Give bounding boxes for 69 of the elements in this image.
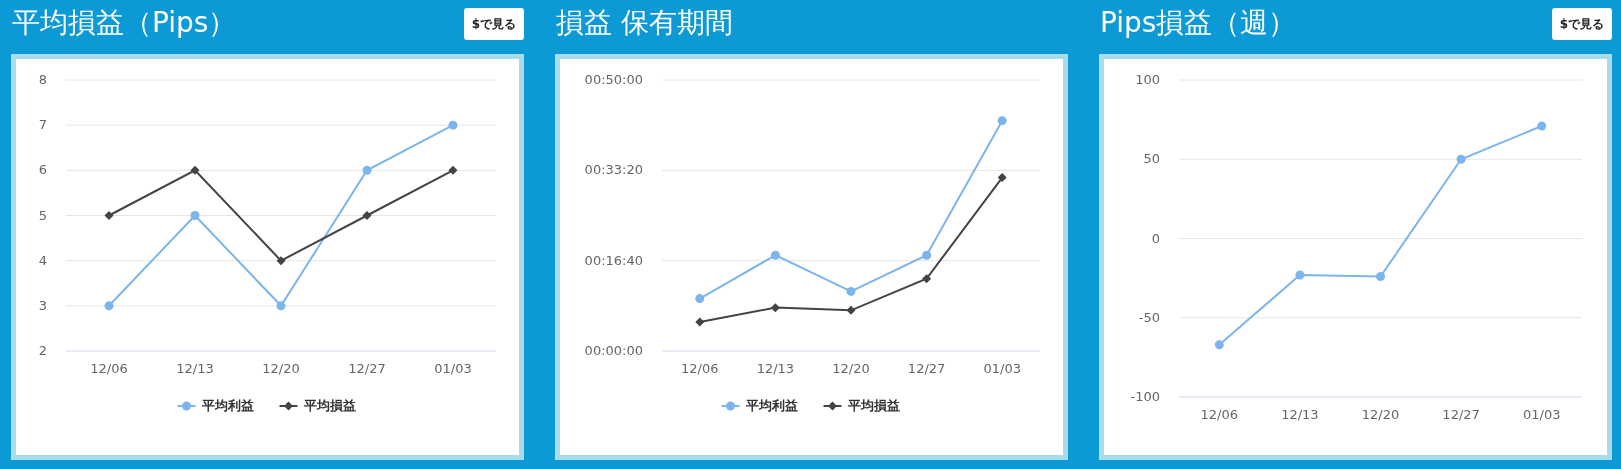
axis-label: 7 [38, 117, 47, 133]
panel-title: Pips損益（週） [1100, 5, 1297, 41]
axis-label: 12/06 [90, 361, 128, 376]
axis-label: 12/06 [681, 361, 719, 376]
axis-label: 8 [38, 72, 47, 87]
axis-label: 2 [38, 343, 47, 358]
axis-label: 6 [38, 162, 47, 178]
currency-toggle-button[interactable]: $で見る [463, 8, 524, 40]
axis-label: 12/13 [1281, 407, 1319, 422]
data-point [276, 301, 286, 311]
legend-marker-icon [720, 401, 741, 411]
data-point [190, 165, 200, 175]
data-point [1376, 272, 1385, 282]
axis-label: 01/03 [983, 361, 1021, 376]
axis-label: -50 [1138, 309, 1160, 325]
axis-label: 12/06 [1200, 407, 1239, 422]
axis-label: 0 [1151, 230, 1160, 246]
axis-label: 12/27 [348, 361, 386, 376]
data-point [362, 211, 372, 220]
data-point [922, 274, 932, 284]
axis-label: 01/03 [434, 361, 472, 376]
data-point [190, 211, 200, 220]
data-point [770, 250, 780, 260]
currency-toggle-button[interactable]: $で見る [1551, 8, 1612, 40]
axis-label: -100 [1130, 389, 1160, 404]
axis-label: 3 [38, 297, 47, 313]
data-point [104, 211, 114, 220]
data-point [448, 165, 458, 175]
axis-label: 50 [1143, 151, 1160, 167]
data-point [770, 303, 780, 313]
legend-marker-icon [278, 401, 299, 411]
axis-label: 00:00:00 [584, 343, 643, 358]
data-point [846, 305, 856, 315]
axis-label: 12/13 [176, 361, 214, 376]
data-point [1214, 340, 1224, 350]
data-point [922, 250, 932, 260]
axis-label: 12/27 [1442, 407, 1480, 422]
data-point [846, 286, 856, 296]
legend-label[interactable]: 平均損益 [847, 398, 900, 413]
legend-marker-icon [176, 401, 197, 411]
data-point [276, 256, 286, 266]
axis-label: 4 [38, 252, 47, 268]
data-point [695, 294, 705, 304]
axis-label: 00:33:20 [584, 162, 643, 178]
panel-title: 平均損益（Pips） [12, 5, 237, 41]
panel-title: 損益 保有期間 [556, 5, 733, 41]
axis-label: 01/03 [1522, 407, 1561, 422]
axis-label: 00:50:00 [584, 72, 643, 87]
legend-label[interactable]: 平均利益 [201, 398, 254, 413]
legend-marker-icon [822, 401, 843, 411]
data-point [1537, 121, 1547, 131]
axis-label: 00:16:40 [584, 252, 643, 268]
axis-label: 12/20 [262, 361, 300, 376]
data-point [997, 173, 1007, 183]
data-point [1456, 154, 1466, 164]
data-point [448, 120, 458, 130]
axis-label: 12/20 [832, 361, 870, 376]
legend-label[interactable]: 平均損益 [303, 398, 356, 413]
data-point [997, 116, 1007, 126]
legend-label[interactable]: 平均利益 [745, 398, 798, 413]
axis-label: 12/27 [907, 361, 946, 376]
axis-label: 12/13 [756, 361, 795, 376]
data-point [1295, 270, 1305, 280]
data-point [695, 317, 705, 327]
axis-label: 100 [1135, 72, 1160, 87]
axis-label: 5 [38, 207, 47, 223]
axis-label: 12/20 [1361, 407, 1400, 422]
data-point [104, 301, 114, 311]
data-point [362, 165, 372, 175]
